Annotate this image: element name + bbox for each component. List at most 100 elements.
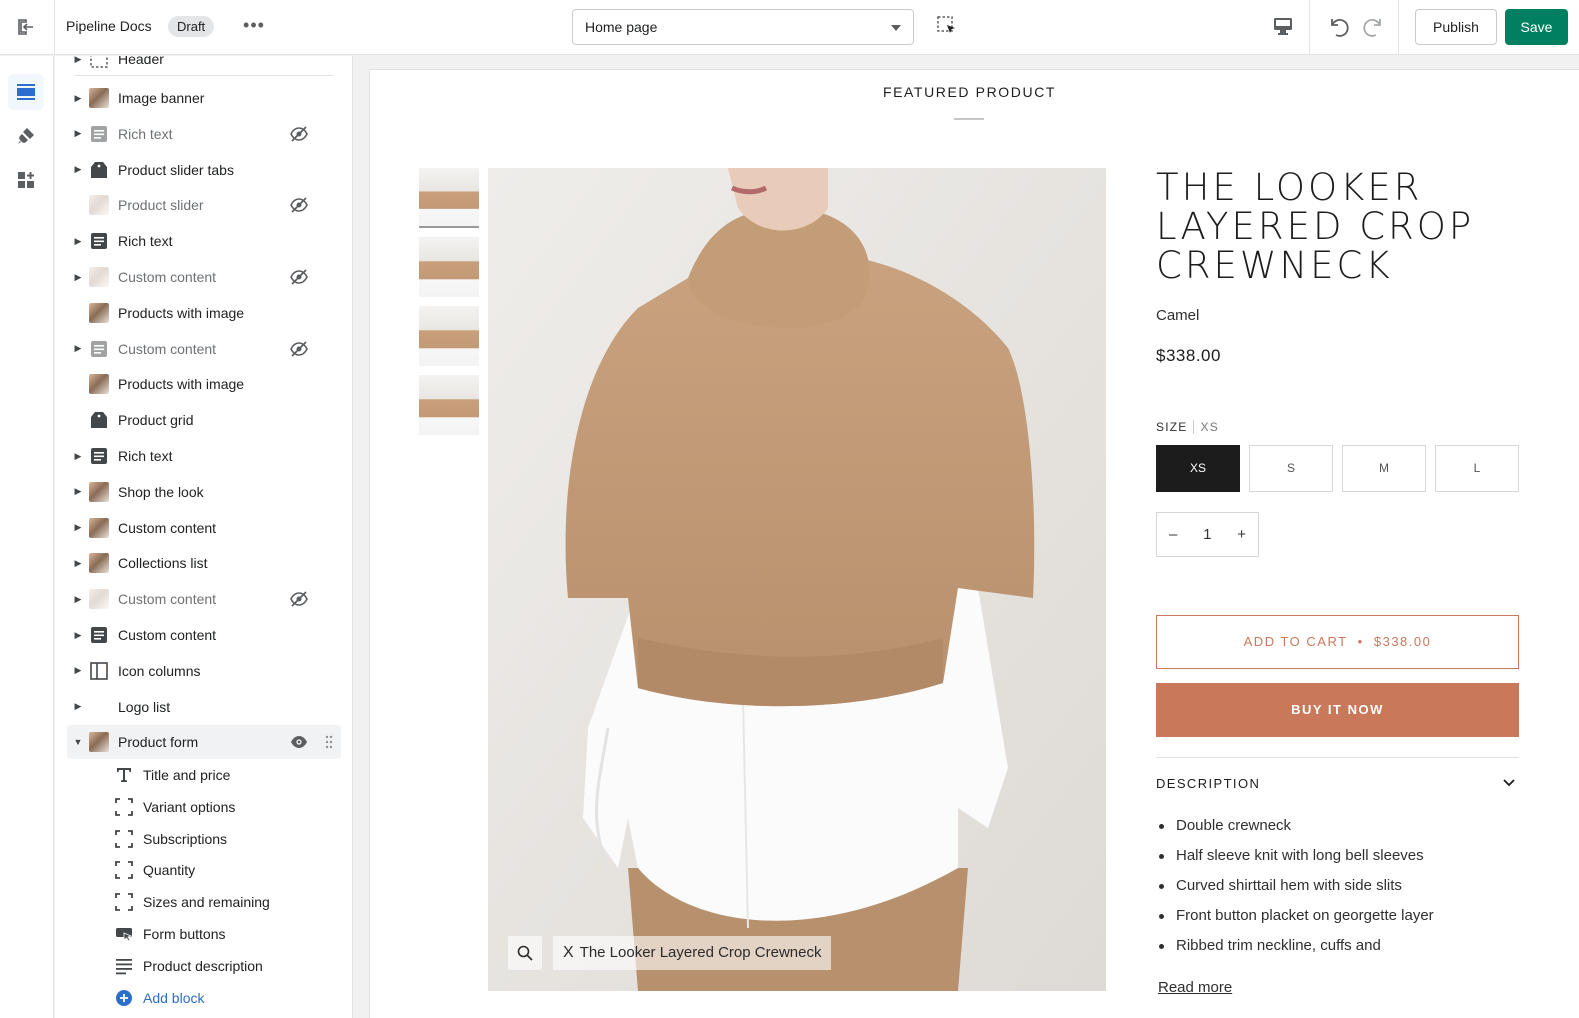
add-block-button[interactable]: Add block (115, 983, 335, 1013)
block-row[interactable]: Subscriptions (115, 824, 335, 854)
publish-button[interactable]: Publish (1415, 9, 1497, 45)
expand-arrow-icon[interactable]: ▶ (69, 236, 87, 247)
block-row[interactable]: Quantity (115, 855, 335, 885)
section-row[interactable]: ▶ Custom content (67, 511, 341, 545)
expand-arrow-icon[interactable]: ▶ (69, 558, 87, 569)
expand-arrow-icon[interactable]: ▶ (69, 56, 87, 65)
section-row[interactable]: Product slider (67, 188, 341, 222)
size-option[interactable]: L (1435, 445, 1519, 492)
block-row[interactable]: Title and price (115, 760, 335, 790)
section-row[interactable]: ▶ Custom content (67, 582, 341, 616)
buy-now-button[interactable]: BUY IT NOW (1156, 683, 1519, 737)
product-thumbnail[interactable] (419, 237, 479, 297)
section-row[interactable]: ▶ Collections list (67, 546, 341, 580)
section-row[interactable]: ▶ Image banner (67, 81, 341, 115)
desktop-preview-icon[interactable] (1272, 15, 1296, 39)
section-row[interactable]: ▶ Product slider tabs (67, 153, 341, 187)
expand-arrow-icon[interactable]: ▶ (69, 486, 87, 497)
zoom-button[interactable] (508, 936, 542, 970)
add-to-cart-button[interactable]: ADD TO CART • $338.00 (1156, 615, 1519, 669)
redo-icon[interactable] (1361, 14, 1387, 40)
sections-icon[interactable] (8, 74, 44, 110)
more-actions-button[interactable]: ••• (240, 14, 268, 40)
section-row[interactable]: ▶ Icon columns (67, 654, 341, 688)
read-more-link[interactable]: Read more (1158, 979, 1232, 996)
block-label: Variant options (143, 798, 236, 815)
expand-arrow-icon[interactable]: ▶ (69, 594, 87, 605)
section-row[interactable]: ▶ Logo list (67, 690, 341, 724)
hidden-eye-icon[interactable] (289, 340, 309, 358)
page-selector[interactable]: Home page (572, 9, 914, 45)
hidden-eye-icon[interactable] (289, 590, 309, 608)
section-row[interactable]: ▶ Shop the look (67, 475, 341, 509)
section-thumbnail (87, 481, 109, 502)
expand-arrow-icon[interactable]: ▶ (69, 522, 87, 533)
quantity-value[interactable]: 1 (1203, 526, 1211, 543)
section-label: Products with image (118, 376, 245, 393)
section-header[interactable]: ▶ Header (67, 56, 341, 76)
exit-icon[interactable] (14, 15, 38, 39)
product-price: $338.00 (1156, 346, 1221, 365)
expand-arrow-icon[interactable]: ▶ (69, 93, 87, 104)
quantity-stepper: – 1 + (1156, 512, 1259, 557)
close-icon[interactable]: X (563, 944, 574, 961)
section-thumbnail (87, 88, 109, 108)
section-row[interactable]: Product grid (67, 403, 341, 437)
product-thumbnail[interactable] (419, 306, 479, 366)
section-row[interactable]: ▶ Custom content (67, 618, 341, 652)
add-block-label: Add block (143, 989, 205, 1006)
inspector-icon[interactable] (936, 15, 960, 39)
section-thumbnail (87, 589, 109, 610)
expand-arrow-icon[interactable]: ▶ (69, 128, 87, 139)
hidden-eye-icon[interactable] (289, 268, 309, 286)
app-embeds-icon[interactable] (8, 162, 44, 198)
expand-arrow-icon[interactable]: ▶ (69, 272, 87, 283)
quantity-plus-button[interactable]: + (1237, 526, 1246, 543)
size-option[interactable]: M (1342, 445, 1426, 492)
section-row[interactable]: Products with image (67, 296, 341, 330)
section-row[interactable]: ▶ Rich text (67, 224, 341, 258)
topbar-divider (54, 0, 55, 55)
section-row[interactable]: ▶ Rich text (67, 117, 341, 151)
expand-arrow-icon[interactable]: ▶ (69, 701, 87, 712)
description-toggle[interactable]: DESCRIPTION (1156, 776, 1519, 791)
expand-arrow-icon[interactable]: ▶ (69, 630, 87, 641)
description-bullet: Ribbed trim neckline, cuffs and (1156, 931, 1434, 961)
image-caption[interactable]: X The Looker Layered Crop Crewneck (553, 936, 832, 970)
block-row[interactable]: Sizes and remaining (115, 887, 335, 917)
text-icon (89, 625, 109, 645)
product-variant-color: Camel (1156, 307, 1200, 324)
undo-icon[interactable] (1325, 14, 1351, 40)
section-row[interactable]: ▶ Custom content (67, 260, 341, 294)
expand-arrow-icon[interactable]: ▶ (69, 451, 87, 462)
size-option[interactable]: XS (1156, 445, 1240, 492)
expand-arrow-icon[interactable]: ▶ (69, 343, 87, 354)
theme-settings-icon[interactable] (8, 118, 44, 154)
expand-arrow-icon[interactable]: ▶ (69, 164, 87, 175)
section-label: Header (118, 56, 164, 67)
section-row[interactable]: ▶ Rich text (67, 439, 341, 473)
expand-arrow-icon[interactable]: ▶ (69, 665, 87, 676)
size-option[interactable]: S (1249, 445, 1333, 492)
add-to-cart-price: $338.00 (1373, 634, 1432, 649)
hidden-eye-icon[interactable] (289, 196, 309, 214)
section-row[interactable]: Products with image (67, 367, 341, 401)
product-main-image[interactable]: X The Looker Layered Crop Crewneck (488, 168, 1106, 991)
section-row[interactable]: ▼ Product form (67, 725, 341, 760)
hidden-eye-icon[interactable] (289, 125, 309, 143)
block-row[interactable]: Form buttons (115, 919, 335, 949)
text-icon (89, 124, 109, 144)
section-label: Custom content (118, 269, 217, 285)
block-row[interactable]: Variant options (115, 792, 335, 822)
save-button[interactable]: Save (1505, 9, 1568, 45)
block-row[interactable]: Product description (115, 951, 335, 981)
collapse-arrow-icon[interactable]: ▼ (69, 737, 87, 747)
product-thumbnail[interactable] (419, 168, 479, 228)
quantity-minus-button[interactable]: – (1169, 526, 1177, 543)
size-label-text: SIZE (1156, 420, 1188, 434)
section-row[interactable]: ▶ Custom content (67, 332, 341, 366)
drag-handle-icon[interactable] (325, 735, 333, 749)
block-icon (115, 797, 133, 816)
product-thumbnail[interactable] (419, 375, 479, 435)
visible-eye-icon[interactable] (289, 733, 309, 751)
